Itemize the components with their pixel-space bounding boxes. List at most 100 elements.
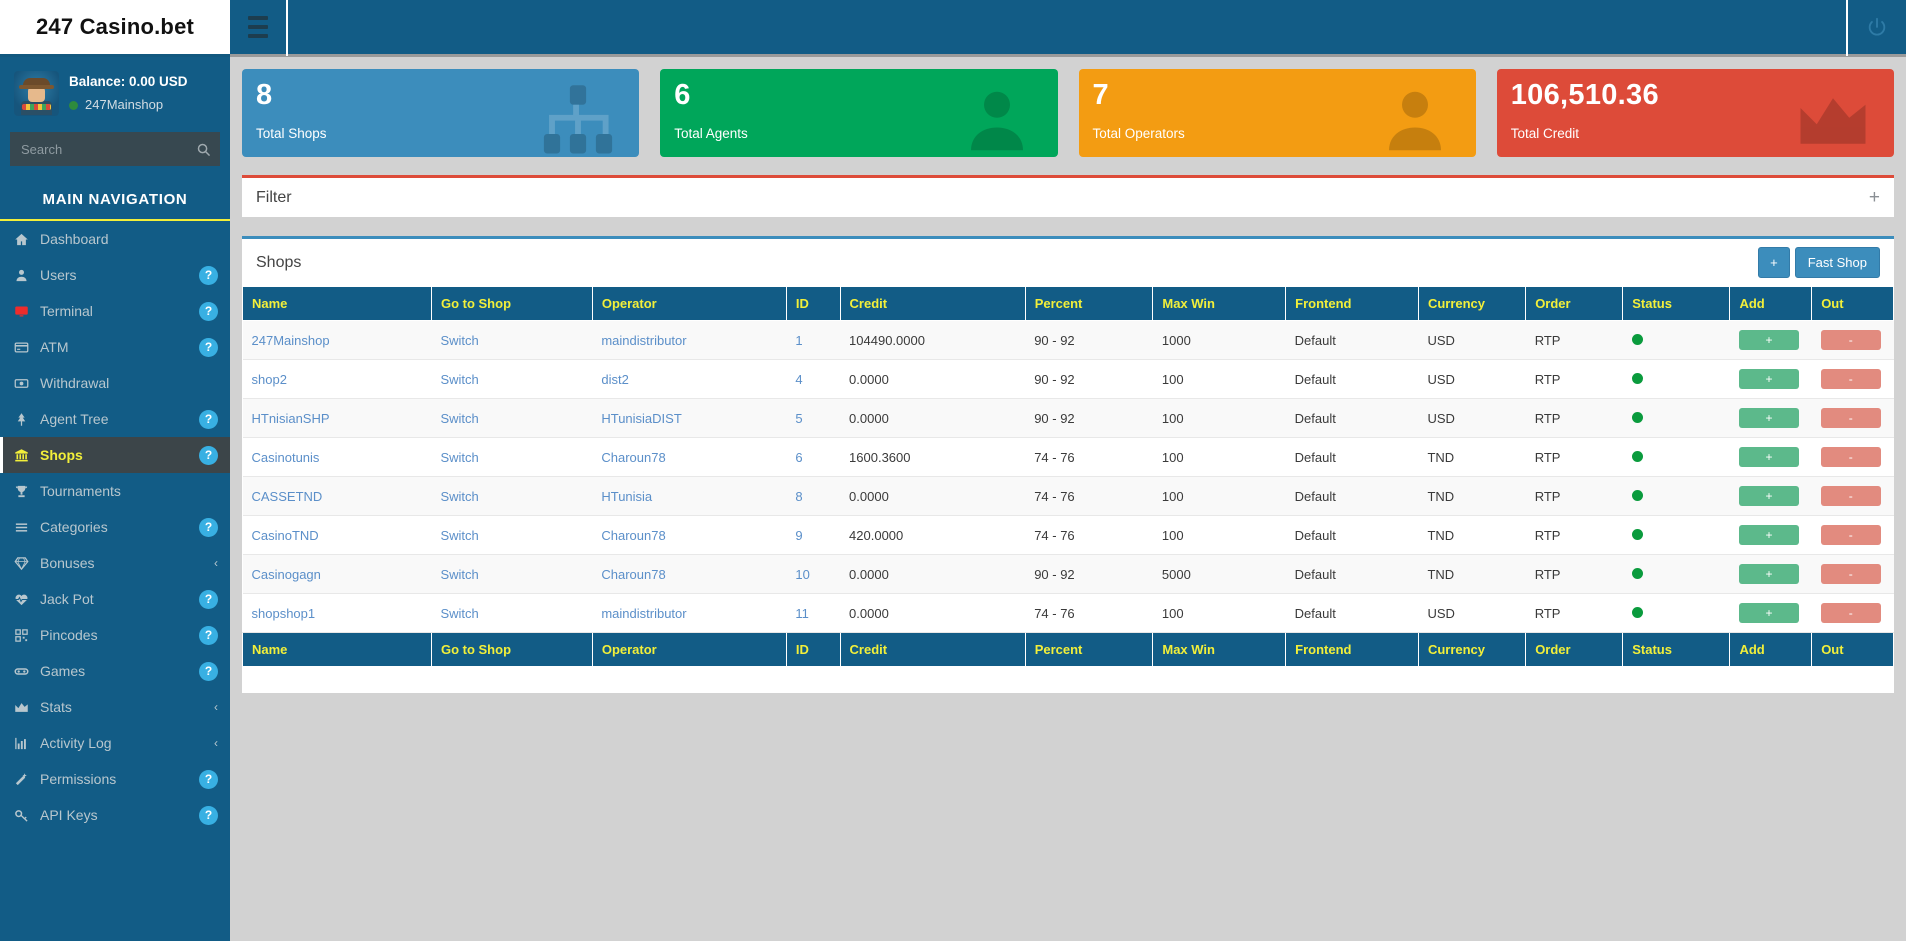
sidebar-item-categories[interactable]: Categories? <box>0 509 230 545</box>
add-credit-button[interactable]: + <box>1738 330 1799 350</box>
cell-frontend: Default <box>1285 515 1419 555</box>
cell-id[interactable]: 11 <box>786 593 841 633</box>
remove-credit-button[interactable]: - <box>1820 564 1881 584</box>
help-badge[interactable]: ? <box>199 805 218 825</box>
cell-name[interactable]: Casinogagn <box>242 554 432 594</box>
help-badge[interactable]: ? <box>199 265 218 285</box>
help-badge[interactable]: ? <box>199 661 218 681</box>
cell-goto[interactable]: Switch <box>431 554 593 594</box>
sidebar-item-shops[interactable]: Shops? <box>0 437 230 473</box>
remove-credit-button[interactable]: - <box>1820 603 1881 623</box>
sidebar-item-jack-pot[interactable]: Jack Pot? <box>0 581 230 617</box>
cell-id[interactable]: 5 <box>786 398 841 438</box>
help-badge[interactable]: ? <box>199 301 218 321</box>
chevron-left-icon[interactable]: ‹ <box>214 556 218 570</box>
cell-percent-text: 74 - 76 <box>1034 605 1075 621</box>
cell-id[interactable]: 9 <box>786 515 841 555</box>
cell-operator[interactable]: Charoun78 <box>592 554 787 594</box>
add-credit-button[interactable]: + <box>1738 408 1799 428</box>
cell-frontend-text: Default <box>1294 371 1336 387</box>
help-badge[interactable]: ? <box>199 517 218 537</box>
cell-id[interactable]: 8 <box>786 476 841 516</box>
remove-credit-button[interactable]: - <box>1820 408 1881 428</box>
add-shop-button[interactable]: + <box>1758 247 1790 278</box>
cell-operator[interactable]: HTunisiaDIST <box>592 398 787 438</box>
cell-id[interactable]: 1 <box>786 320 841 360</box>
cell-operator[interactable]: maindistributor <box>592 593 787 633</box>
help-badge[interactable]: ? <box>199 445 218 465</box>
add-credit-button[interactable]: + <box>1738 603 1799 623</box>
add-credit-button[interactable]: + <box>1738 564 1799 584</box>
fast-shop-button[interactable]: Fast Shop <box>1794 247 1880 278</box>
cell-name[interactable]: HTnisianSHP <box>242 398 432 438</box>
cell-name[interactable]: CASSETND <box>242 476 432 516</box>
sidebar-item-activity-log[interactable]: Activity Log ‹ <box>0 725 230 761</box>
cell-goto[interactable]: Switch <box>431 320 593 360</box>
help-badge[interactable]: ? <box>199 337 218 357</box>
cell-goto[interactable]: Switch <box>431 515 593 555</box>
sidebar-item-label: Agent Tree <box>40 411 109 427</box>
sidebar-item-atm[interactable]: ATM? <box>0 329 230 365</box>
add-credit-button[interactable]: + <box>1738 486 1799 506</box>
cell-name[interactable]: shopshop1 <box>242 593 432 633</box>
sidebar-item-permissions[interactable]: Permissions? <box>0 761 230 797</box>
cell-goto[interactable]: Switch <box>431 398 593 438</box>
plus-icon[interactable]: + <box>1869 188 1880 207</box>
sidebar-item-bonuses[interactable]: Bonuses ‹ <box>0 545 230 581</box>
help-badge[interactable]: ? <box>199 409 218 429</box>
help-badge[interactable]: ? <box>199 625 218 645</box>
cell-name[interactable]: shop2 <box>242 359 432 399</box>
cell-order-text: RTP <box>1534 527 1561 543</box>
cell-id[interactable]: 4 <box>786 359 841 399</box>
sidebar-item-terminal[interactable]: Terminal? <box>0 293 230 329</box>
remove-credit-button[interactable]: - <box>1820 330 1881 350</box>
remove-credit-button[interactable]: - <box>1820 369 1881 389</box>
cell-add: + <box>1729 398 1812 438</box>
cell-operator-text: maindistributor <box>601 332 687 348</box>
help-badge[interactable]: ? <box>199 589 218 609</box>
search-icon[interactable] <box>190 136 216 162</box>
cell-goto[interactable]: Switch <box>431 437 593 477</box>
cell-name[interactable]: Casinotunis <box>242 437 432 477</box>
cell-operator[interactable]: HTunisia <box>592 476 787 516</box>
add-credit-button[interactable]: + <box>1738 447 1799 467</box>
user-icon <box>954 82 1040 157</box>
help-badge[interactable]: ? <box>199 769 218 789</box>
cell-operator[interactable]: Charoun78 <box>592 515 787 555</box>
sidebar-item-agent-tree[interactable]: Agent Tree? <box>0 401 230 437</box>
cell-goto-text: Switch <box>440 332 479 348</box>
cell-currency: USD <box>1418 320 1526 360</box>
sidebar-item-dashboard[interactable]: Dashboard <box>0 221 230 257</box>
remove-credit-button[interactable]: - <box>1820 486 1881 506</box>
remove-credit-button[interactable]: - <box>1820 525 1881 545</box>
cell-max-win: 100 <box>1152 476 1286 516</box>
cell-id[interactable]: 6 <box>786 437 841 477</box>
sidebar-item-pincodes[interactable]: Pincodes? <box>0 617 230 653</box>
sidebar-item-games[interactable]: Games? <box>0 653 230 689</box>
hamburger-icon[interactable] <box>230 0 288 56</box>
cell-goto[interactable]: Switch <box>431 476 593 516</box>
cell-operator[interactable]: Charoun78 <box>592 437 787 477</box>
cell-operator[interactable]: maindistributor <box>592 320 787 360</box>
cell-id[interactable]: 10 <box>786 554 841 594</box>
sidebar-item-users[interactable]: Users? <box>0 257 230 293</box>
cell-goto[interactable]: Switch <box>431 359 593 399</box>
chevron-left-icon[interactable]: ‹ <box>214 700 218 714</box>
sidebar-item-withdrawal[interactable]: Withdrawal <box>0 365 230 401</box>
add-credit-button[interactable]: + <box>1738 525 1799 545</box>
cell-goto[interactable]: Switch <box>431 593 593 633</box>
sidebar-item-stats[interactable]: Stats ‹ <box>0 689 230 725</box>
remove-credit-button[interactable]: - <box>1820 447 1881 467</box>
cell-operator[interactable]: dist2 <box>592 359 787 399</box>
sidebar-item-label: Stats <box>40 699 72 715</box>
search-input[interactable] <box>10 132 220 166</box>
sidebar-item-tournaments[interactable]: Tournaments <box>0 473 230 509</box>
add-credit-button[interactable]: + <box>1738 369 1799 389</box>
cell-name[interactable]: CasinoTND <box>242 515 432 555</box>
sidebar-item-api-keys[interactable]: API Keys? <box>0 797 230 833</box>
cell-name[interactable]: 247Mainshop <box>242 320 432 360</box>
chevron-left-icon[interactable]: ‹ <box>214 736 218 750</box>
cell-out: - <box>1811 476 1894 516</box>
column-header-frontend: Frontend <box>1285 286 1419 321</box>
power-icon[interactable] <box>1846 0 1906 56</box>
